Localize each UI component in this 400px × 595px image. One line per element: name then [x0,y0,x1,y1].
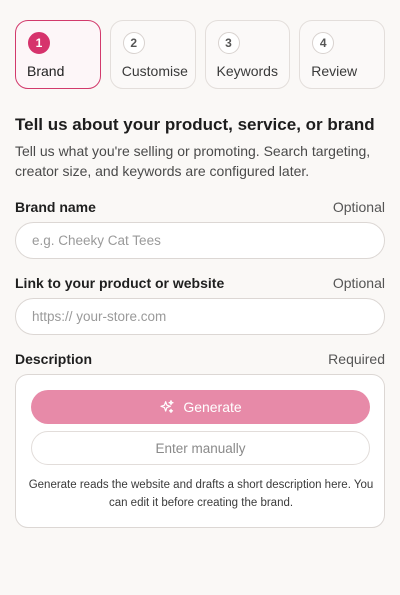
link-optional: Optional [332,275,385,291]
brand-name-label: Brand name [15,199,96,215]
step-label: Review [311,63,358,79]
page-subtitle: Tell us what you're selling or promoting… [15,143,371,179]
step-number: 3 [217,32,240,54]
stepper: 1 Brand 2 Customise 3 Keywords 4 Review [15,20,385,89]
step-keywords[interactable]: 3 Keywords [204,20,291,89]
description-required: Required [328,351,385,367]
step-number: 4 [312,32,335,54]
generate-button[interactable]: Generate [31,390,370,424]
brand-name-input[interactable] [15,222,385,259]
step-review[interactable]: 4 Review [299,20,385,89]
step-label: Brand [27,63,65,79]
brand-name-optional: Optional [332,199,385,215]
step-brand[interactable]: 1 Brand [15,20,101,89]
generate-help-text: Generate reads the website and drafts a … [28,479,374,509]
generate-button-label: Generate [183,399,242,415]
website-link-input[interactable] [15,298,385,335]
step-number: 1 [28,32,50,54]
description-card: Generate Enter manually Generate reads t… [15,374,385,528]
step-label: Customise [121,63,188,79]
step-label: Keywords [216,63,278,79]
description-label: Description [15,351,93,367]
sparkles-icon [160,400,174,413]
page-title: Tell us about your product, service, or … [15,115,375,134]
step-customise[interactable]: 2 Customise [109,20,196,89]
enter-manually-button[interactable]: Enter manually [31,431,370,465]
link-label: Link to your product or website [15,275,225,291]
step-number: 2 [122,32,145,54]
